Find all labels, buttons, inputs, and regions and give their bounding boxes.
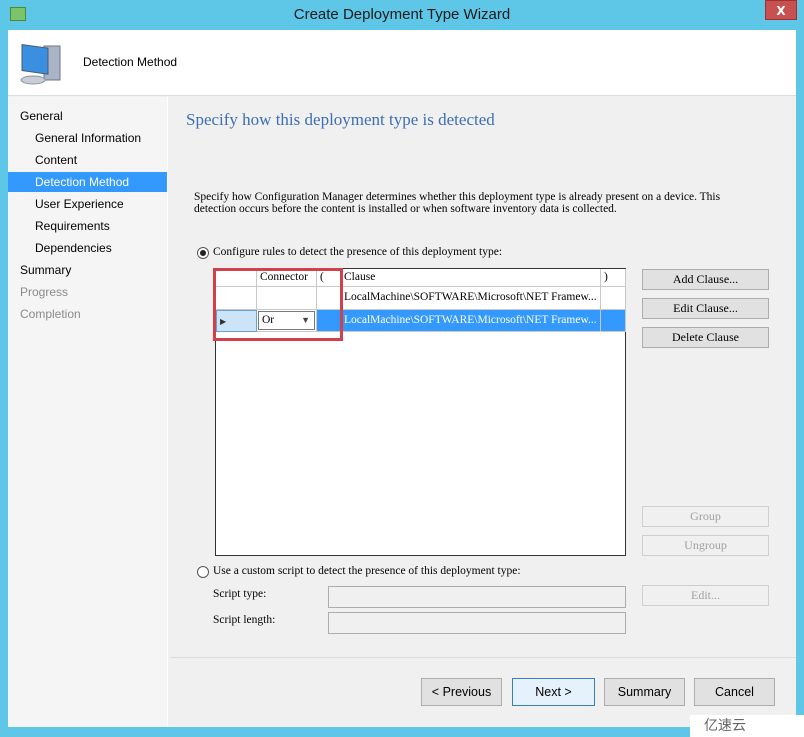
sidebar-item-progress: Progress: [20, 285, 69, 299]
rules-radio[interactable]: [197, 247, 209, 259]
grid-cell-clause[interactable]: LocalMachine\SOFTWARE\Microsoft\NET Fram…: [341, 310, 601, 332]
next-button[interactable]: Next >: [512, 678, 595, 706]
rules-radio-label[interactable]: Configure rules to detect the presence o…: [213, 246, 502, 258]
sidebar-item-user-experience[interactable]: User Experience: [8, 194, 167, 214]
script-length-label: Script length:: [213, 614, 276, 626]
description: Specify how Configuration Manager determ…: [194, 191, 721, 215]
sidebar-item-summary[interactable]: Summary: [8, 260, 167, 280]
previous-button[interactable]: < Previous: [421, 678, 502, 706]
sidebar-item-general-information[interactable]: General Information: [8, 128, 167, 148]
delete-clause-button[interactable]: Delete Clause: [642, 327, 769, 348]
sidebar-item-content[interactable]: Content: [8, 150, 167, 170]
grid-cell-close-paren[interactable]: [601, 287, 626, 310]
script-type-label: Script type:: [213, 588, 267, 600]
grid-cell-close-paren[interactable]: [601, 310, 626, 332]
sidebar-item-general[interactable]: General: [8, 106, 167, 126]
group-button[interactable]: Group: [642, 506, 769, 527]
custom-script-radio-label[interactable]: Use a custom script to detect the presen…: [213, 565, 521, 577]
add-clause-button[interactable]: Add Clause...: [642, 269, 769, 290]
custom-script-radio[interactable]: [197, 566, 209, 578]
highlight-box: [213, 268, 343, 341]
edit-script-button[interactable]: Edit...: [642, 585, 769, 606]
watermark-logo: 亿速云: [690, 715, 804, 737]
edit-clause-button[interactable]: Edit Clause...: [642, 298, 769, 319]
ungroup-button[interactable]: Ungroup: [642, 535, 769, 556]
footer-divider: [170, 657, 796, 658]
cancel-button[interactable]: Cancel: [694, 678, 775, 706]
close-button[interactable]: X: [765, 0, 797, 20]
computer-icon: [20, 43, 61, 85]
sidebar-item-detection-method[interactable]: Detection Method: [8, 172, 167, 192]
sidebar-item-completion: Completion: [20, 307, 81, 321]
page-title: Specify how this deployment type is dete…: [186, 110, 495, 129]
summary-button[interactable]: Summary: [604, 678, 685, 706]
sidebar-item-requirements[interactable]: Requirements: [8, 216, 167, 236]
sidebar-item-dependencies[interactable]: Dependencies: [8, 238, 167, 258]
window-title: Create Deployment Type Wizard: [293, 6, 511, 23]
grid-header-close-paren[interactable]: ): [601, 269, 626, 287]
page-header-title: Detection Method: [83, 55, 178, 69]
script-type-field[interactable]: [328, 586, 626, 608]
grid-cell-clause[interactable]: LocalMachine\SOFTWARE\Microsoft\NET Fram…: [341, 287, 601, 310]
script-length-field[interactable]: [328, 612, 626, 634]
grid-header-clause[interactable]: Clause: [341, 269, 601, 287]
